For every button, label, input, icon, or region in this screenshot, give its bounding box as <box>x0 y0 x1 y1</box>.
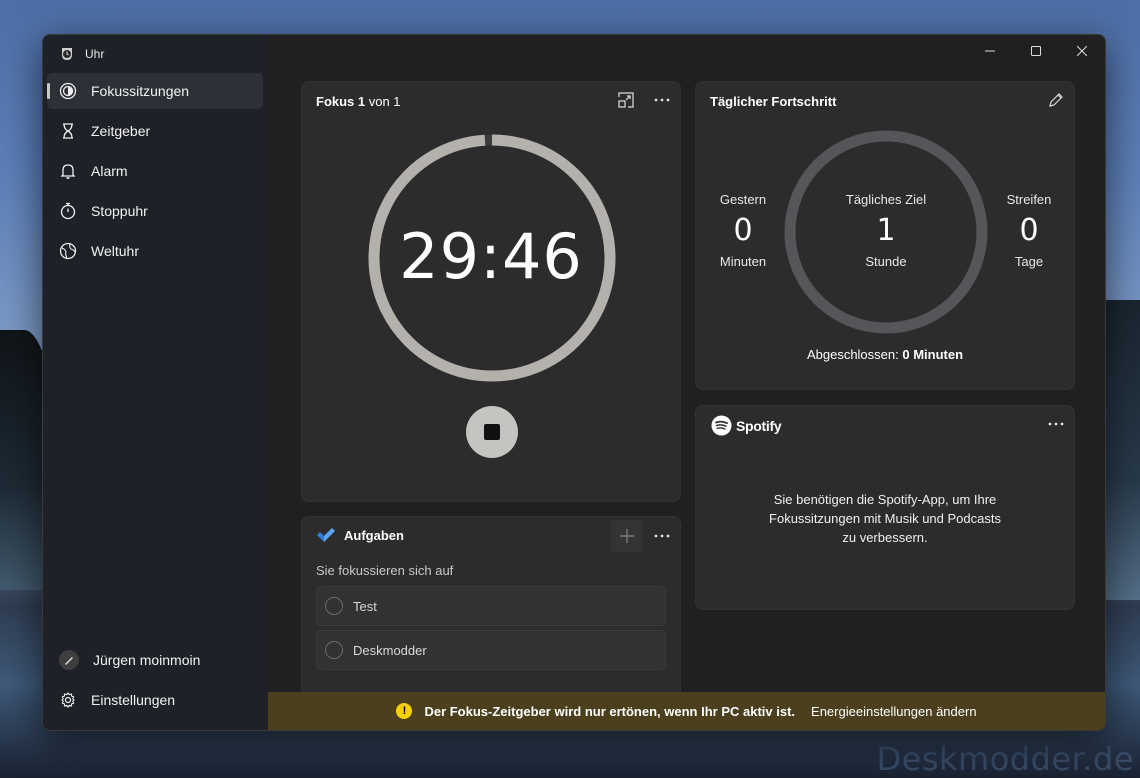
more-icon <box>654 534 670 538</box>
clock-app-icon <box>62 48 72 60</box>
watermark: Deskmodder.de <box>876 740 1134 778</box>
focus-card-title: Fokus 1 von 1 <box>316 94 401 109</box>
sidebar-item-zeitgeber[interactable]: Zeitgeber <box>47 113 263 149</box>
stop-button[interactable] <box>466 406 518 458</box>
window-controls <box>967 35 1105 67</box>
task-complete-checkbox[interactable] <box>325 597 343 615</box>
tasks-more-button[interactable] <box>648 522 676 550</box>
more-icon <box>1048 422 1064 426</box>
desktop-background-trees <box>1100 300 1140 600</box>
avatar <box>59 650 79 670</box>
streak-label: Streifen <box>1006 192 1052 207</box>
sidebar-footer: Jürgen moinmoin Einstellungen <box>47 642 263 722</box>
yesterday-label: Gestern <box>719 192 767 207</box>
account-button[interactable]: Jürgen moinmoin <box>47 642 263 678</box>
stop-icon <box>484 424 500 440</box>
daily-goal-stat: Tägliches Ziel 1 Stunde <box>826 192 946 269</box>
settings-button[interactable]: Einstellungen <box>47 682 263 718</box>
tasks-title: Aufgaben <box>344 527 404 543</box>
spotify-message-line: zu verbessern. <box>842 530 928 545</box>
focus-icon <box>59 82 77 100</box>
completed-summary: Abgeschlossen: 0 Minuten <box>696 347 1074 362</box>
yesterday-stat: Gestern 0 Minuten <box>703 192 783 269</box>
task-item[interactable]: Deskmodder <box>316 630 666 670</box>
settings-label: Einstellungen <box>91 692 176 708</box>
bell-icon <box>60 164 76 179</box>
sidebar: Uhr Fokussitzungen Zeitgeber Alarm Stopp… <box>43 35 268 730</box>
daily-goal-unit: Stunde <box>865 254 907 269</box>
energy-settings-link[interactable]: Energieeinstellungen ändern <box>811 704 977 719</box>
clock-app-window: Uhr Fokussitzungen Zeitgeber Alarm Stopp… <box>42 34 1106 731</box>
daily-goal-value: 1 <box>876 213 896 248</box>
streak-stat: Streifen 0 Tage <box>989 192 1069 269</box>
compact-overlay-icon <box>618 92 634 108</box>
pencil-icon <box>1049 93 1063 107</box>
task-label: Test <box>353 598 377 614</box>
maximize-button[interactable] <box>1013 35 1059 67</box>
add-task-button[interactable] <box>611 520 643 552</box>
focus-more-button[interactable] <box>648 86 676 114</box>
sidebar-nav: Fokussitzungen Zeitgeber Alarm Stoppuhr … <box>47 73 263 273</box>
focus-session-card: Fokus 1 von 1 29:46 <box>301 81 681 502</box>
sidebar-item-label: Stoppuhr <box>91 203 148 219</box>
compact-overlay-button[interactable] <box>612 86 640 114</box>
notice-text: Der Fokus-Zeitgeber wird nur ertönen, we… <box>424 703 796 719</box>
daily-card-title: Täglicher Fortschritt <box>710 94 837 109</box>
sidebar-item-weltuhr[interactable]: Weltuhr <box>47 233 263 269</box>
account-name: Jürgen moinmoin <box>93 652 201 668</box>
tasks-card: Aufgaben Sie fokussieren sich auf Test D… <box>301 516 681 706</box>
spotify-message-line: Sie benötigen die Spotify-App, um Ihre <box>773 492 997 507</box>
edit-goals-button[interactable] <box>1042 86 1070 114</box>
spotify-brand-text: Spotify <box>736 417 782 434</box>
streak-value: 0 <box>1019 213 1039 248</box>
todo-check-icon <box>317 528 335 542</box>
sidebar-item-label: Weltuhr <box>91 243 139 259</box>
spotify-card: Spotify Sie benötigen die Spotify-App, u… <box>695 405 1075 610</box>
warning-icon: ! <box>396 703 413 719</box>
yesterday-value: 0 <box>733 213 753 248</box>
focus-session-count: Fokus 1 <box>316 94 366 109</box>
maximize-icon <box>1031 46 1041 56</box>
close-icon <box>1077 46 1087 56</box>
sidebar-item-fokussitzungen[interactable]: Fokussitzungen <box>47 73 263 109</box>
focus-session-total: von 1 <box>365 94 401 109</box>
hourglass-icon <box>63 123 73 139</box>
sidebar-item-label: Zeitgeber <box>91 123 151 139</box>
close-button[interactable] <box>1059 35 1105 67</box>
spotify-icon <box>711 415 732 436</box>
app-title: Uhr <box>85 47 105 61</box>
streak-unit: Tage <box>1014 254 1044 269</box>
task-complete-checkbox[interactable] <box>325 641 343 659</box>
minimize-icon <box>985 50 995 52</box>
task-item[interactable]: Test <box>316 586 666 626</box>
pen-icon <box>65 657 73 665</box>
sidebar-item-alarm[interactable]: Alarm <box>47 153 263 189</box>
minimize-button[interactable] <box>967 35 1013 67</box>
stopwatch-icon <box>60 202 76 220</box>
timer-display: 29:46 <box>399 220 583 293</box>
yesterday-unit: Minuten <box>719 254 767 269</box>
plus-icon <box>620 529 634 543</box>
spotify-more-button[interactable] <box>1042 410 1070 438</box>
completed-value: 0 Minuten <box>902 347 964 362</box>
main-content: Fokus 1 von 1 29:46 Täglicher Fortschrit… <box>268 35 1105 730</box>
tasks-subtitle: Sie fokussieren sich auf <box>316 563 454 578</box>
tasks-header: Aufgaben <box>316 527 404 543</box>
spotify-message: Sie benötigen die Spotify-App, um Ihre F… <box>736 490 1034 547</box>
sidebar-item-label: Alarm <box>91 163 128 179</box>
completed-label: Abgeschlossen: <box>806 347 903 362</box>
spotify-message-line: Fokussitzungen mit Musik und Podcasts <box>769 511 1001 526</box>
more-icon <box>654 98 670 102</box>
sidebar-item-stoppuhr[interactable]: Stoppuhr <box>47 193 263 229</box>
daily-progress-card: Täglicher Fortschritt Gestern 0 Minuten … <box>695 81 1075 390</box>
task-label: Deskmodder <box>353 642 427 658</box>
sidebar-item-label: Fokussitzungen <box>91 83 190 99</box>
spotify-logo: Spotify <box>711 415 782 436</box>
gear-icon <box>61 692 75 708</box>
focus-notice-bar: ! Der Fokus-Zeitgeber wird nur ertönen, … <box>268 692 1105 730</box>
globe-icon <box>59 242 77 260</box>
daily-goal-label: Tägliches Ziel <box>845 192 927 207</box>
app-title-bar: Uhr <box>59 45 104 63</box>
